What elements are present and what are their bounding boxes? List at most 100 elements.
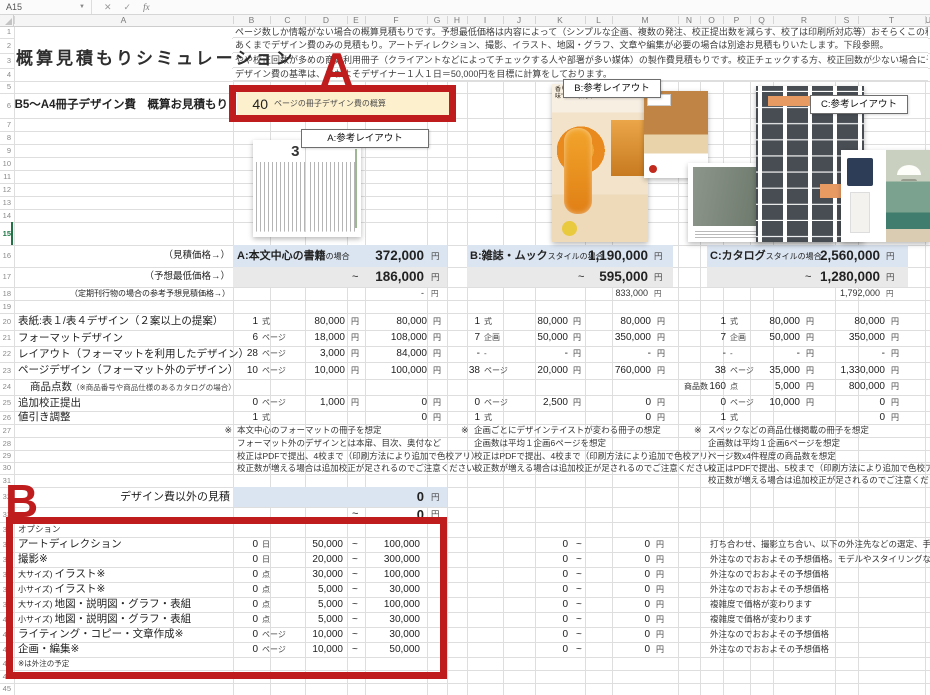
row-header[interactable]: 8: [0, 131, 11, 144]
row-header[interactable]: 10: [0, 157, 11, 170]
row-header[interactable]: 6: [0, 93, 11, 118]
cancel-icon[interactable]: ✕: [104, 2, 112, 13]
other-estimate-cell[interactable]: [233, 487, 447, 507]
periodical-value[interactable]: 833,000: [615, 287, 648, 300]
row-header[interactable]: 1: [0, 26, 11, 38]
row-header[interactable]: 15: [0, 222, 11, 245]
column-header[interactable]: C: [270, 14, 305, 26]
cell-unit-price[interactable]: 1,000: [320, 395, 345, 411]
column-header[interactable]: D: [305, 14, 347, 26]
cell-unit-price[interactable]: 80,000: [314, 313, 345, 330]
row-header[interactable]: 20: [0, 313, 11, 330]
column-header[interactable]: T: [858, 14, 925, 26]
cell-unit-price[interactable]: 3,000: [320, 346, 345, 362]
other-estimate-value[interactable]: 0: [417, 487, 424, 507]
option-total-high[interactable]: 0: [644, 567, 650, 582]
column-header[interactable]: S: [835, 14, 858, 26]
column-header[interactable]: F: [365, 14, 427, 26]
column-header[interactable]: Q: [750, 14, 773, 26]
confirm-icon[interactable]: ✓: [124, 2, 132, 13]
cell-unit-price[interactable]: 20,000: [537, 362, 568, 379]
estimate-value[interactable]: 1,190,000: [588, 245, 648, 267]
cell-unit-price[interactable]: 10,000: [769, 395, 800, 411]
line-item-label[interactable]: ページデザイン（フォーマット外のデザイン）: [18, 362, 238, 379]
line-item-label[interactable]: フォーマットデザイン: [18, 330, 123, 346]
cell-subtotal[interactable]: 0: [421, 395, 427, 411]
cell-subtotal[interactable]: 350,000: [849, 330, 885, 346]
option-total-high[interactable]: 0: [644, 642, 650, 657]
cell-unit-price[interactable]: 50,000: [769, 330, 800, 346]
column-header[interactable]: R: [773, 14, 835, 26]
column-header[interactable]: L: [585, 14, 612, 26]
column-header[interactable]: N: [678, 14, 700, 26]
column-header[interactable]: K: [535, 14, 585, 26]
function-icon[interactable]: fx: [143, 2, 150, 12]
row-header[interactable]: 11: [0, 170, 11, 183]
option-total-low[interactable]: 0: [562, 582, 568, 597]
row-header[interactable]: 28: [0, 437, 11, 450]
cell-subtotal[interactable]: 0: [879, 411, 885, 424]
periodical-value[interactable]: 1,792,000: [840, 287, 880, 300]
cell-qty[interactable]: 7: [474, 330, 480, 346]
option-total-high[interactable]: 0: [644, 597, 650, 612]
cell-qty[interactable]: 1: [720, 411, 726, 424]
cell-unit-price[interactable]: 18,000: [314, 330, 345, 346]
row-header[interactable]: 18: [0, 287, 11, 300]
option-total-low[interactable]: 0: [562, 537, 568, 552]
cell-qty[interactable]: 10: [247, 362, 258, 379]
cell-qty[interactable]: 6: [252, 330, 258, 346]
cell-subtotal[interactable]: 0: [879, 395, 885, 411]
cell-subtotal[interactable]: 760,000: [615, 362, 651, 379]
cell-subtotal[interactable]: 0: [645, 395, 651, 411]
cell-qty[interactable]: 160: [709, 379, 726, 395]
cell-qty[interactable]: 28: [247, 346, 258, 362]
row-header[interactable]: 30: [0, 462, 11, 474]
cell-subtotal[interactable]: 80,000: [854, 313, 885, 330]
line-item-label[interactable]: 値引き調整: [18, 411, 71, 424]
cell-subtotal[interactable]: 1,330,000: [841, 362, 886, 379]
option-total-high[interactable]: 0: [644, 612, 650, 627]
cell-qty[interactable]: -: [723, 346, 726, 362]
option-total-low[interactable]: 0: [562, 627, 568, 642]
line-item-label[interactable]: レイアウト（フォーマットを利用したデザイン）: [18, 346, 249, 362]
row-header[interactable]: 9: [0, 144, 11, 157]
cell-qty[interactable]: 38: [715, 362, 726, 379]
column-header[interactable]: J: [503, 14, 535, 26]
option-total-low[interactable]: 0: [562, 597, 568, 612]
cell-subtotal[interactable]: 100,000: [391, 362, 427, 379]
row-header[interactable]: 19: [0, 300, 11, 313]
cell-unit-price[interactable]: -: [565, 346, 568, 362]
row-header[interactable]: 3: [0, 53, 11, 68]
option-total-low[interactable]: 0: [562, 567, 568, 582]
cell-unit-price[interactable]: 2,500: [543, 395, 568, 411]
cell-subtotal[interactable]: -: [648, 346, 651, 362]
option-total-low[interactable]: 0: [562, 552, 568, 567]
cell-unit-price[interactable]: 10,000: [314, 362, 345, 379]
cell-qty[interactable]: 1: [474, 411, 480, 424]
cell-unit-price[interactable]: 5,000: [775, 379, 800, 395]
row-header[interactable]: 2: [0, 38, 11, 53]
option-total-low[interactable]: 0: [562, 642, 568, 657]
cell-qty[interactable]: 7: [720, 330, 726, 346]
cell-name-box[interactable]: A15 ▼: [0, 0, 92, 14]
periodical-value[interactable]: -: [421, 287, 424, 300]
minimum-value[interactable]: 1,280,000: [820, 267, 880, 287]
row-header[interactable]: 21: [0, 330, 11, 346]
column-header[interactable]: O: [700, 14, 723, 26]
cell-subtotal[interactable]: 0: [421, 411, 427, 424]
cell-unit-price[interactable]: -: [797, 346, 800, 362]
option-total-low[interactable]: 0: [562, 612, 568, 627]
cell-subtotal[interactable]: 0: [645, 411, 651, 424]
line-item-label[interactable]: 表紙:表１/表４デザイン（２案以上の提案）: [18, 313, 223, 330]
column-header[interactable]: E: [347, 14, 365, 26]
name-box-caret-icon[interactable]: ▼: [79, 4, 85, 10]
row-header[interactable]: 45: [0, 683, 11, 695]
cell-qty[interactable]: 0: [474, 395, 480, 411]
row-header[interactable]: 17: [0, 267, 11, 287]
cell-qty[interactable]: 1: [720, 313, 726, 330]
row-header[interactable]: 24: [0, 379, 11, 395]
row-header[interactable]: 12: [0, 183, 11, 196]
row-header[interactable]: 26: [0, 411, 11, 424]
line-item-label[interactable]: 追加校正提出: [18, 395, 81, 411]
row-header[interactable]: 23: [0, 362, 11, 379]
